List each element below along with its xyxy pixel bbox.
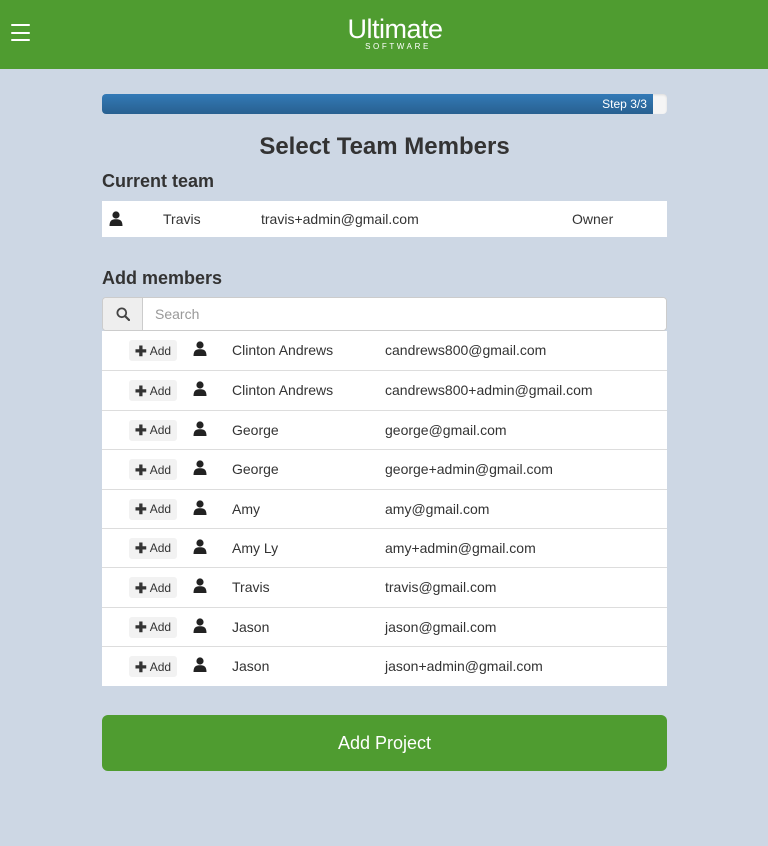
member-name: Amy Ly <box>232 539 279 556</box>
add-member-button[interactable]: ✚ Add <box>129 577 177 599</box>
member-email: amy@gmail.com <box>385 500 490 517</box>
add-member-button[interactable]: ✚ Add <box>129 498 177 520</box>
add-member-button[interactable]: ✚ Add <box>129 459 177 481</box>
current-team-row: Travis travis+admin@gmail.com Owner <box>102 201 667 237</box>
member-search-group <box>102 297 667 331</box>
member-email: amy+admin@gmail.com <box>385 539 536 556</box>
member-email: jason+admin@gmail.com <box>385 658 543 675</box>
add-members-heading: Add members <box>102 268 223 288</box>
add-button-label: Add <box>149 502 172 517</box>
add-member-button[interactable]: ✚ Add <box>129 656 177 678</box>
member-email: candrews800@gmail.com <box>385 342 547 358</box>
user-icon <box>193 657 207 675</box>
add-button-label: Add <box>149 343 172 358</box>
list-item: ✚ Add Travis travis@gmail.com <box>102 567 667 606</box>
add-member-button[interactable]: ✚ Add <box>129 537 177 559</box>
member-email: candrews800+admin@gmail.com <box>385 382 593 399</box>
member-email: george@gmail.com <box>385 421 507 438</box>
list-item: ✚ Add Jason jason+admin@gmail.com <box>102 646 667 685</box>
user-icon <box>193 460 207 478</box>
current-member-role: Owner <box>572 211 614 227</box>
list-item: ✚ Add Amy amy@gmail.com <box>102 488 667 528</box>
step-progress-bar: Step 3/3 <box>102 94 667 114</box>
hamburger-menu-icon[interactable] <box>11 24 30 41</box>
user-icon <box>109 211 123 226</box>
add-member-button[interactable]: ✚ Add <box>129 616 177 638</box>
current-member-email: travis+admin@gmail.com <box>261 211 419 227</box>
member-name: Amy <box>232 500 260 517</box>
top-navbar: Ultimate SOFTWARE <box>0 0 768 69</box>
user-icon <box>193 341 207 359</box>
list-item: ✚ Add Amy Ly amy+admin@gmail.com <box>102 527 667 567</box>
list-item: ✚ Add Clinton Andrews candrews800+admin@g… <box>102 370 667 409</box>
member-name: Clinton Andrews <box>232 342 334 358</box>
progress-label: Step 3/3 <box>602 97 647 111</box>
member-email: travis@gmail.com <box>385 579 497 596</box>
search-icon <box>103 298 143 330</box>
current-team-heading: Current team <box>102 171 215 191</box>
member-name: Jason <box>232 658 270 675</box>
page-title: Select Team Members <box>259 133 510 160</box>
add-member-button[interactable]: ✚ Add <box>129 380 177 402</box>
user-icon <box>193 618 207 636</box>
member-name: Jason <box>232 618 270 635</box>
progress-fill: Step 3/3 <box>102 94 653 114</box>
add-member-button[interactable]: ✚ Add <box>129 419 177 441</box>
user-icon <box>193 421 207 439</box>
add-button-label: Add <box>149 423 172 438</box>
logo-main-text: Ultimate <box>347 14 443 44</box>
add-button-label: Add <box>149 541 172 556</box>
member-email: jason@gmail.com <box>385 618 497 635</box>
user-icon <box>193 381 207 399</box>
add-button-label: Add <box>149 580 172 595</box>
member-name: George <box>232 421 279 438</box>
add-member-button[interactable]: ✚ Add <box>129 340 177 361</box>
user-icon <box>193 578 207 596</box>
current-member-name: Travis <box>163 211 201 227</box>
list-item: ✚ Add Jason jason@gmail.com <box>102 606 667 646</box>
add-project-button[interactable]: Add Project <box>102 715 667 771</box>
add-members-list: ✚ Add Clinton Andrews candrews800@gmail.c… <box>102 331 667 686</box>
add-button-label: Add <box>149 383 172 398</box>
member-email: george+admin@gmail.com <box>385 461 553 478</box>
member-name: Travis <box>232 579 270 596</box>
list-item: ✚ Add Clinton Andrews candrews800@gmail.c… <box>102 331 667 370</box>
user-icon <box>193 539 207 557</box>
list-item: ✚ Add George george@gmail.com <box>102 409 667 449</box>
add-button-label: Add <box>149 620 172 635</box>
search-input[interactable] <box>143 298 666 330</box>
ultimate-software-logo[interactable]: Ultimate SOFTWARE <box>342 14 448 56</box>
user-icon <box>193 499 207 518</box>
add-button-label: Add <box>149 659 172 674</box>
add-button-label: Add <box>149 462 172 477</box>
list-item: ✚ Add George george+admin@gmail.com <box>102 449 667 488</box>
member-name: Clinton Andrews <box>232 382 334 399</box>
member-name: George <box>232 461 279 478</box>
